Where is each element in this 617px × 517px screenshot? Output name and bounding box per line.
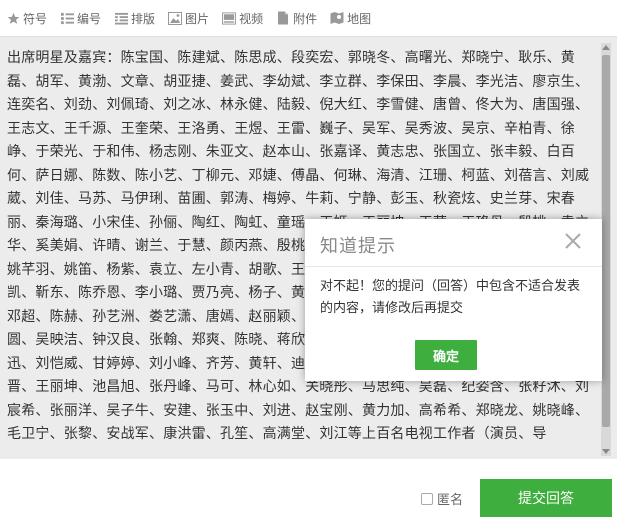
toolbar-item-video[interactable]: 视频 [222,10,263,27]
anonymous-checkbox[interactable]: 匿名 [421,489,463,508]
editor-footer: 匿名 提交回答 [0,459,617,517]
attachment-icon [276,11,290,25]
numbered-list-icon [60,11,74,25]
toolbar-item-attachment[interactable]: 附件 [276,10,317,27]
image-icon [168,11,183,25]
toolbar-item-image[interactable]: 图片 [168,10,209,27]
video-icon [222,11,237,25]
checkbox-icon[interactable] [421,492,433,505]
toolbar-item-label: 编号 [77,11,102,26]
toolbar-item-label: 图片 [185,11,210,26]
toolbar-item-label: 视频 [239,11,264,26]
notice-dialog: 知道提示 对不起！您的提问（回答）中包含不适合发表的内容，请修改后再提交 确定 [305,219,602,381]
dialog-title: 知道提示 [320,236,396,257]
dialog-divider [305,266,602,267]
layout-icon [114,11,128,25]
scrollbar-thumb[interactable] [602,55,610,427]
submit-answer-button[interactable]: 提交回答 [480,479,612,517]
editor-scrollbar[interactable] [601,43,611,456]
toolbar-item-label: 附件 [293,11,318,26]
toolbar-item-label: 地图 [347,11,372,26]
scroll-down-arrow-icon[interactable] [602,449,610,454]
close-icon[interactable] [563,231,583,251]
toolbar-item-map[interactable]: 地图 [330,10,371,27]
confirm-button[interactable]: 确定 [415,340,477,370]
editor-toolbar: 符号 编号 排版 图片 视频 附件 地图 [0,0,617,36]
toolbar-item-symbol[interactable]: 符号 [6,10,47,27]
scroll-up-arrow-icon[interactable] [602,45,610,50]
map-icon [330,11,344,25]
dialog-message: 对不起！您的提问（回答）中包含不适合发表的内容，请修改后再提交 [320,279,581,316]
anonymous-label: 匿名 [437,493,464,508]
toolbar-item-label: 排版 [131,11,156,26]
star-icon [6,11,20,25]
toolbar-item-label: 符号 [23,11,48,26]
toolbar-item-number[interactable]: 编号 [60,10,101,27]
toolbar-item-layout[interactable]: 排版 [114,10,155,27]
